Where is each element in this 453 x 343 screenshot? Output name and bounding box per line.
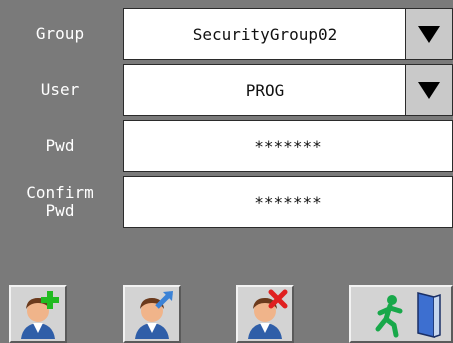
delete-user-button[interactable] (236, 285, 294, 343)
user-dropdown-button[interactable] (405, 65, 452, 115)
pwd-label: Pwd (45, 135, 75, 155)
chevron-down-icon (418, 25, 440, 43)
group-value: SecurityGroup02 (192, 24, 338, 44)
edit-user-button[interactable] (123, 285, 181, 343)
add-user-button[interactable] (9, 285, 67, 343)
confirm-label-line1: Confirm (26, 182, 94, 202)
user-value: PROG (245, 80, 285, 100)
group-dropdown-button[interactable] (405, 9, 452, 59)
user-select[interactable]: PROG (123, 64, 453, 116)
group-label: Group (35, 23, 85, 43)
pwd-value: ******* (254, 136, 322, 156)
pwd-field[interactable]: ******* (123, 120, 453, 172)
confirm-pwd-label: Confirm Pwd (0, 176, 120, 228)
confirm-pwd-value: ******* (254, 192, 322, 212)
confirm-pwd-field[interactable]: ******* (123, 176, 453, 228)
group-select[interactable]: SecurityGroup02 (123, 8, 453, 60)
exit-door-icon (356, 289, 446, 339)
confirm-label-line2: Pwd (45, 201, 75, 220)
user-label: User (40, 79, 80, 99)
exit-button[interactable] (349, 285, 453, 343)
edit-user-icon (127, 289, 177, 339)
delete-user-icon (240, 289, 290, 339)
chevron-down-icon (418, 81, 440, 99)
add-user-icon (13, 289, 63, 339)
